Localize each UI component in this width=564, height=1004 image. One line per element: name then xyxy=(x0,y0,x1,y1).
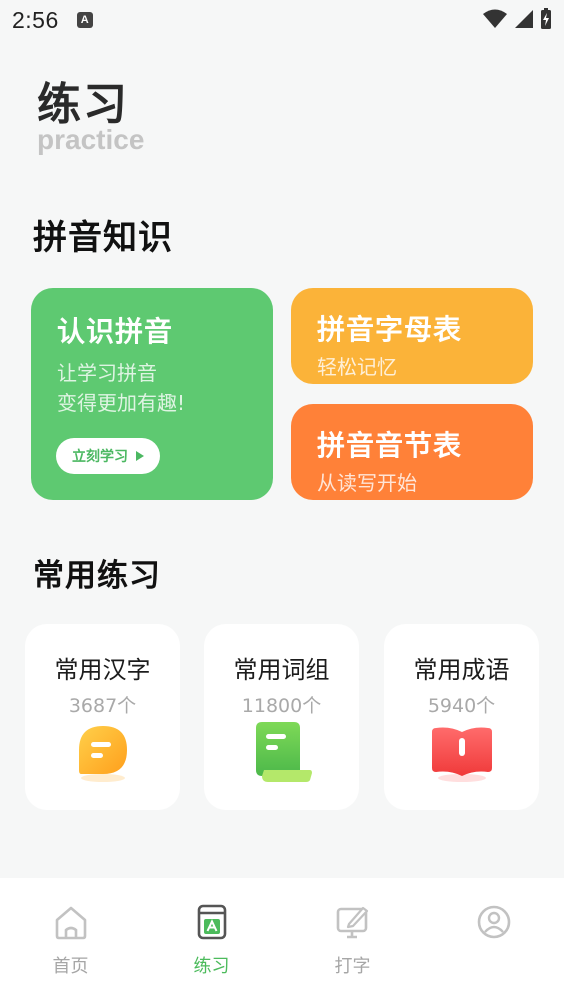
status-bar: 2:56 A xyxy=(0,0,564,40)
profile-icon xyxy=(477,905,510,939)
typing-monitor-icon xyxy=(336,906,368,939)
card-desc-line2: 变得更加有趣! xyxy=(57,391,186,415)
card-title: 拼音音节表 xyxy=(317,429,463,462)
scroll-icon xyxy=(255,722,312,782)
practice-card-count: 3687个 xyxy=(68,695,137,717)
page-title: 练习 xyxy=(37,79,129,130)
signal-icon xyxy=(515,10,533,28)
card-desc-line1: 让学习拼音 xyxy=(57,361,157,385)
card-pinyin-syllables[interactable]: 拼音音节表 从读写开始 xyxy=(291,404,533,500)
card-description: 轻松记忆 xyxy=(317,355,397,379)
card-description: 从读写开始 xyxy=(317,471,417,495)
status-time: 2:56 xyxy=(12,6,59,33)
study-now-button[interactable]: 立刻学习 xyxy=(56,438,160,474)
practice-card-title: 常用汉字 xyxy=(54,656,151,684)
practice-card-characters[interactable]: 常用汉字 3687个 xyxy=(25,624,180,810)
tab-home[interactable]: 首页 xyxy=(0,878,141,1004)
page-subtitle: practice xyxy=(37,124,145,155)
card-title: 认识拼音 xyxy=(57,315,174,348)
card-pinyin-alphabet[interactable]: 拼音字母表 轻松记忆 xyxy=(291,288,533,384)
practice-card-title: 常用词组 xyxy=(233,656,330,684)
practice-card-count: 5940个 xyxy=(427,695,496,717)
tab-typing[interactable]: 打字 xyxy=(282,878,423,1004)
tab-label: 打字 xyxy=(334,956,371,977)
card-description: 让学习拼音 变得更加有趣! xyxy=(57,358,247,418)
chat-bubble-icon xyxy=(78,726,127,782)
tab-label: 首页 xyxy=(52,956,89,977)
practice-card-title: 常用成语 xyxy=(413,656,510,684)
bottom-tab-bar: 首页 练习 打字 xyxy=(0,878,564,1004)
status-indicators xyxy=(482,8,552,30)
tab-practice[interactable]: 练习 xyxy=(141,878,282,1004)
tab-label: 练习 xyxy=(193,956,230,977)
section-title-pinyin: 拼音知识 xyxy=(33,218,173,258)
practice-book-icon xyxy=(197,904,226,940)
practice-card-count: 11800个 xyxy=(241,695,322,717)
practice-card-phrases[interactable]: 常用词组 11800个 xyxy=(204,624,359,810)
battery-charging-icon xyxy=(541,8,551,29)
practice-card-idioms[interactable]: 常用成语 5940个 xyxy=(384,624,539,810)
card-title: 拼音字母表 xyxy=(317,313,463,346)
section-title-common: 常用练习 xyxy=(33,558,161,594)
tab-profile[interactable] xyxy=(423,878,564,1004)
card-learn-pinyin[interactable]: 认识拼音 让学习拼音 变得更加有趣! 立刻学习 xyxy=(31,288,273,500)
play-icon xyxy=(136,451,144,461)
home-icon xyxy=(55,906,86,940)
open-book-icon xyxy=(431,727,492,782)
notification-a-icon: A xyxy=(76,12,93,28)
study-now-label: 立刻学习 xyxy=(72,449,128,465)
wifi-icon xyxy=(483,9,507,28)
